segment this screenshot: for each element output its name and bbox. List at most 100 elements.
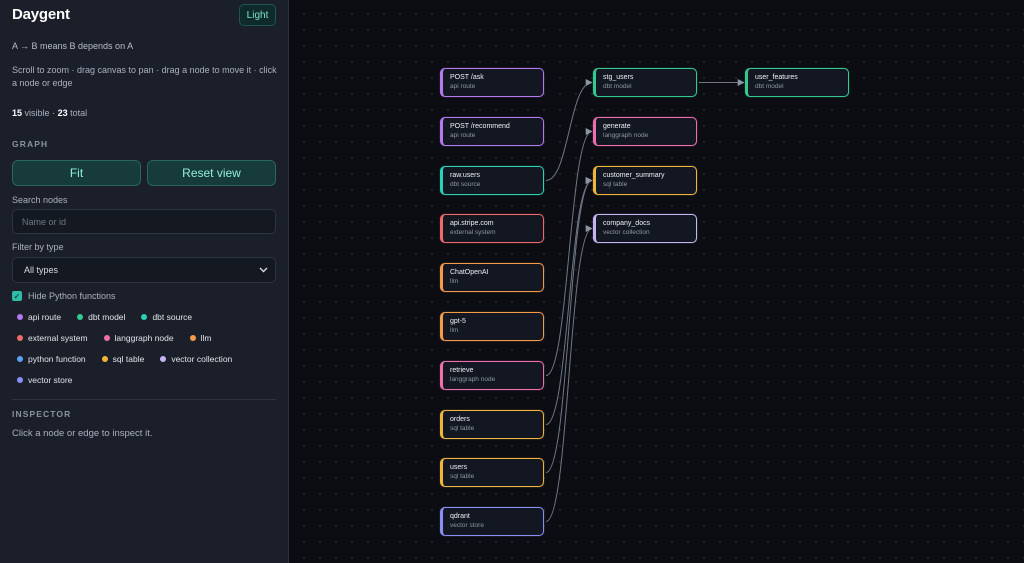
help-text: Scroll to zoom · drag canvas to pan · dr… (12, 65, 277, 88)
node-title: users (450, 464, 468, 471)
node-title: api.stripe.com (450, 220, 494, 227)
total-count: 23 (57, 108, 68, 118)
type-color-dot (141, 314, 148, 320)
type-filter-select[interactable]: All types (12, 257, 276, 283)
node-type: llm (450, 327, 459, 334)
type-color-dot (17, 356, 23, 362)
type-chip-label: api route (28, 312, 62, 322)
fit-button[interactable]: Fit (12, 160, 141, 186)
type-chip-label: dbt source (152, 312, 193, 322)
type-color-dot (160, 356, 167, 362)
type-chip-label: dbt model (88, 312, 126, 322)
type-chip[interactable]: dbt model (72, 309, 130, 325)
hide-python-checkbox[interactable]: ✓ Hide Python functions (12, 291, 116, 301)
type-chip[interactable]: vector collection (155, 351, 237, 367)
type-chip-label: python function (28, 354, 86, 364)
node-type: vector store (450, 522, 484, 529)
graph-node-api-stripe[interactable]: api.stripe.com external system (440, 214, 544, 243)
graph-node-qdrant[interactable]: qdrant vector store (440, 507, 544, 536)
node-title: company_docs (603, 220, 651, 227)
node-type: sql table (450, 473, 475, 480)
node-title: POST /recommend (450, 123, 510, 130)
type-chip-label: vector store (28, 375, 73, 385)
inspector-section-header: INSPECTOR (12, 409, 72, 419)
node-title: qdrant (450, 513, 470, 520)
node-title: customer_summary (603, 172, 665, 179)
node-type: sql table (603, 181, 628, 188)
node-type: vector collection (603, 229, 650, 236)
node-title: raw.users (450, 172, 480, 179)
graph-node-company-docs[interactable]: company_docsvector collection (593, 214, 697, 243)
node-title: retrieve (450, 367, 474, 374)
graph-node-customer-summary[interactable]: customer_summarysql table (593, 166, 697, 195)
reset-view-button[interactable]: Reset view (147, 160, 276, 186)
app-title: Daygent (12, 6, 70, 23)
sidebar: Daygent Light A → B means B depends on A… (0, 0, 289, 563)
node-type: dbt model (755, 83, 784, 90)
type-chip[interactable]: api route (12, 309, 66, 325)
type-color-dot (17, 335, 23, 341)
node-title: stg_users (603, 74, 634, 81)
type-color-dot (17, 314, 23, 320)
type-color-dot (103, 335, 110, 341)
type-chip[interactable]: python function (12, 351, 91, 367)
graph-node-generate[interactable]: generate langgraph node (593, 117, 697, 146)
type-chip-label: sql table (112, 354, 145, 364)
type-chip[interactable]: vector store (12, 372, 77, 388)
type-color-dot (77, 314, 84, 320)
graph-node-chatopenai[interactable]: ChatOpenAI llm (440, 263, 544, 292)
chevron-down-icon (259, 267, 268, 273)
type-chip-label: llm (200, 333, 212, 343)
type-chip[interactable]: llm (185, 330, 217, 346)
graph-node-raw-users[interactable]: raw.users dbt source (440, 166, 544, 195)
node-type: api route (450, 83, 476, 90)
app-window: Daygent Light A → B means B depends on A… (0, 0, 1024, 563)
graph-node-users[interactable]: users sql table (440, 458, 544, 487)
type-legend: api route dbt model dbt source external sys… (12, 309, 278, 388)
graph-node-post-ask[interactable]: POST /ask api route (440, 68, 544, 97)
node-type: langgraph node (450, 376, 496, 383)
graph-section-header: GRAPH (12, 139, 49, 149)
node-title: orders (450, 416, 470, 423)
total-label: total (70, 108, 88, 118)
checkmark-icon: ✓ (12, 291, 22, 301)
divider (12, 399, 276, 400)
node-title: POST /ask (450, 74, 484, 81)
node-counts: 15 visible · 23 total (12, 108, 87, 118)
type-color-dot (189, 335, 196, 341)
node-title: gpt-5 (450, 318, 466, 325)
hide-python-label: Hide Python functions (28, 291, 116, 301)
graph-node-orders[interactable]: orders sql table (440, 410, 544, 439)
graph-node-stg-users[interactable]: stg_usersdbt model (593, 68, 697, 97)
dependency-legend-note: A → B means B depends on A (12, 41, 134, 51)
filter-label: Filter by type (12, 242, 64, 252)
node-type: api route (450, 132, 476, 139)
node-type: dbt model (603, 83, 632, 90)
graph-node-retrieve[interactable]: retrieve langgraph node (440, 361, 544, 390)
visible-count: 15 (12, 108, 23, 118)
search-label: Search nodes (12, 195, 68, 205)
graph-view-buttons: Fit Reset view (12, 160, 276, 186)
graph-node-user-features[interactable]: user_features dbt model (745, 68, 849, 97)
type-chip-label: external system (28, 333, 88, 343)
node-type: llm (450, 278, 459, 285)
type-chip[interactable]: sql table (97, 351, 150, 367)
graph-node-gpt-5[interactable]: gpt-5 llm (440, 312, 544, 341)
graph-node-post-recommend[interactable]: POST /recommend api route (440, 117, 544, 146)
type-chip[interactable]: external system (12, 330, 93, 346)
search-input[interactable]: Name or id (12, 209, 276, 234)
visible-label: visible · (24, 108, 56, 118)
type-color-dot (101, 356, 108, 362)
type-filter-value: All types (24, 265, 59, 275)
node-type: dbt source (450, 181, 481, 188)
inspector-placeholder: Click a node or edge to inspect it. (12, 428, 153, 439)
node-type: external system (450, 229, 496, 236)
node-title: generate (603, 123, 631, 130)
node-type: langgraph node (603, 132, 649, 139)
type-chip[interactable]: dbt source (136, 309, 197, 325)
type-chip-label: vector collection (171, 354, 233, 364)
theme-toggle-button[interactable]: Light (239, 4, 276, 26)
type-chip[interactable]: langgraph node (99, 330, 179, 346)
type-chip-label: langgraph node (114, 333, 174, 343)
node-title: ChatOpenAI (450, 269, 489, 276)
